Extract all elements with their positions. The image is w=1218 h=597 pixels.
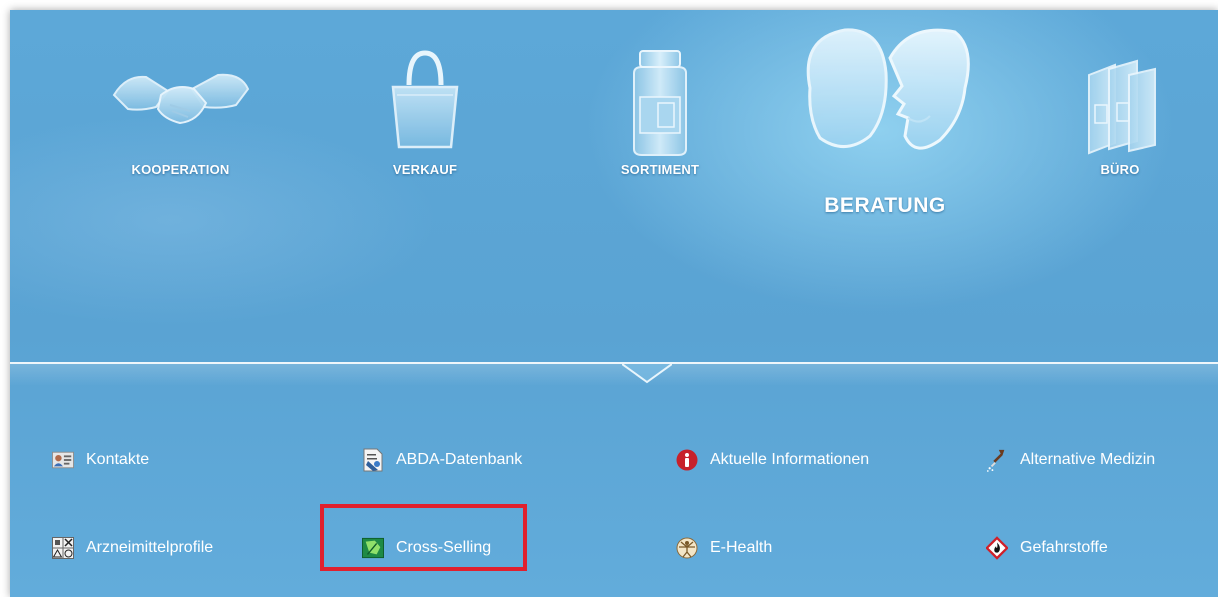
menu-item-kontakte[interactable]: Kontakte bbox=[52, 444, 149, 476]
nav-item-beratung[interactable]: BERATUNG bbox=[780, 18, 990, 218]
menu-label-e-health: E-Health bbox=[710, 539, 773, 556]
contact-card-icon bbox=[52, 449, 74, 471]
menu-item-abda-datenbank[interactable]: ABDA-Datenbank bbox=[362, 444, 522, 476]
menu-label-alternative-medizin: Alternative Medizin bbox=[1020, 451, 1156, 468]
nav-item-buero[interactable]: BÜRO bbox=[1050, 45, 1190, 185]
nav-item-sortiment[interactable]: SORTIMENT bbox=[590, 45, 730, 185]
nav-item-verkauf[interactable]: VERKAUF bbox=[355, 45, 495, 185]
database-document-icon bbox=[362, 448, 384, 472]
menu-label-aktuelle-informationen: Aktuelle Informationen bbox=[710, 451, 870, 468]
consultation-faces-icon bbox=[806, 28, 970, 150]
nav-label-kooperation: KOOPERATION bbox=[131, 162, 230, 177]
binders-icon bbox=[1088, 59, 1156, 155]
menu-label-kontakte: Kontakte bbox=[86, 451, 150, 468]
cross-selling-highlight-box bbox=[320, 504, 527, 571]
divider-glow bbox=[10, 364, 1218, 386]
nav-label-sortiment: SORTIMENT bbox=[620, 162, 700, 177]
menu-label-arzneimittelprofile: Arzneimittelprofile bbox=[86, 539, 214, 556]
menu-item-gefahrstoffe[interactable]: Gefahrstoffe bbox=[986, 532, 1108, 564]
nav-label-beratung: BERATUNG bbox=[824, 194, 946, 217]
info-icon bbox=[676, 449, 698, 471]
menu-label-gefahrstoffe: Gefahrstoffe bbox=[1020, 539, 1108, 556]
flammable-hazard-icon bbox=[986, 536, 1008, 560]
nav-label-verkauf: VERKAUF bbox=[392, 162, 458, 177]
menu-item-e-health[interactable]: E-Health bbox=[676, 532, 772, 564]
hazard-symbols-icon bbox=[52, 537, 74, 559]
nav-item-kooperation[interactable]: KOOPERATION bbox=[98, 45, 263, 185]
medicine-jar-icon bbox=[633, 50, 687, 156]
chevron-down-icon bbox=[622, 364, 672, 384]
shopping-bag-icon bbox=[391, 50, 459, 149]
menu-item-aktuelle-informationen[interactable]: Aktuelle Informationen bbox=[676, 444, 869, 476]
vitruvian-man-icon bbox=[676, 537, 698, 559]
nav-label-buero: BÜRO bbox=[1100, 162, 1140, 177]
menu-item-alternative-medizin[interactable]: Alternative Medizin bbox=[986, 444, 1155, 476]
menu-item-arzneimittelprofile[interactable]: Arzneimittelprofile bbox=[52, 532, 213, 564]
main-panel: KOOPERATION VERKAUF SORTIMENT BERATUNG B… bbox=[10, 10, 1218, 597]
menu-label-abda-datenbank: ABDA-Datenbank bbox=[396, 451, 523, 468]
handshake-icon bbox=[112, 73, 249, 125]
dropper-icon bbox=[986, 449, 1008, 472]
